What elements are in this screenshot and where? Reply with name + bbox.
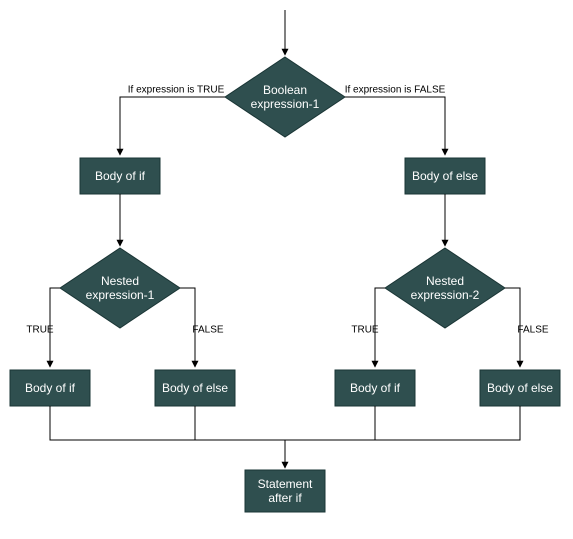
label-nested2-true: TRUE — [351, 325, 379, 336]
node-nested-expression-1-line2: expression-1 — [86, 288, 155, 302]
node-body-of-else-1-label: Body of else — [412, 169, 478, 183]
node-nested-expression-1-line1: Nested — [101, 274, 139, 288]
label-nested1-false: FALSE — [192, 325, 223, 336]
node-nested-expression-2-line2: expression-2 — [411, 288, 480, 302]
node-body-of-else-3-label: Body of else — [487, 381, 553, 395]
label-nested2-false: FALSE — [517, 325, 548, 336]
label-bool1-true: If expression is TRUE — [128, 85, 225, 96]
node-nested-expression-2-line1: Nested — [426, 274, 464, 288]
edge-bool1-true — [120, 97, 225, 155]
node-body-of-if-2: Body of if — [10, 370, 90, 406]
node-body-of-if-3: Body of if — [335, 370, 415, 406]
node-body-of-if-1: Body of if — [80, 158, 160, 194]
label-nested1-true: TRUE — [26, 325, 54, 336]
node-boolean-expression-1-line1: Boolean — [263, 83, 307, 97]
node-statement-after-if-line2: after if — [268, 491, 302, 505]
node-statement-after-if-line1: Statement — [258, 477, 313, 491]
node-boolean-expression-1-line2: expression-1 — [251, 97, 320, 111]
node-nested-expression-2: Nested expression-2 — [385, 248, 505, 328]
node-body-of-else-2-label: Body of else — [162, 381, 228, 395]
node-boolean-expression-1: Boolean expression-1 — [225, 57, 345, 137]
node-statement-after-if: Statement after if — [245, 470, 325, 512]
node-body-of-else-3: Body of else — [480, 370, 560, 406]
node-body-of-if-3-label: Body of if — [350, 381, 401, 395]
flowchart-canvas: Boolean expression-1 If expression is TR… — [0, 0, 573, 539]
node-body-of-else-1: Body of else — [405, 158, 485, 194]
edge-merge-1 — [50, 406, 285, 440]
node-body-of-if-1-label: Body of if — [95, 169, 146, 183]
edge-bool1-false — [345, 97, 445, 155]
label-bool1-false: If expression is FALSE — [345, 85, 446, 96]
node-body-of-else-2: Body of else — [155, 370, 235, 406]
node-body-of-if-2-label: Body of if — [25, 381, 76, 395]
edge-merge-4 — [285, 406, 520, 440]
node-nested-expression-1: Nested expression-1 — [60, 248, 180, 328]
